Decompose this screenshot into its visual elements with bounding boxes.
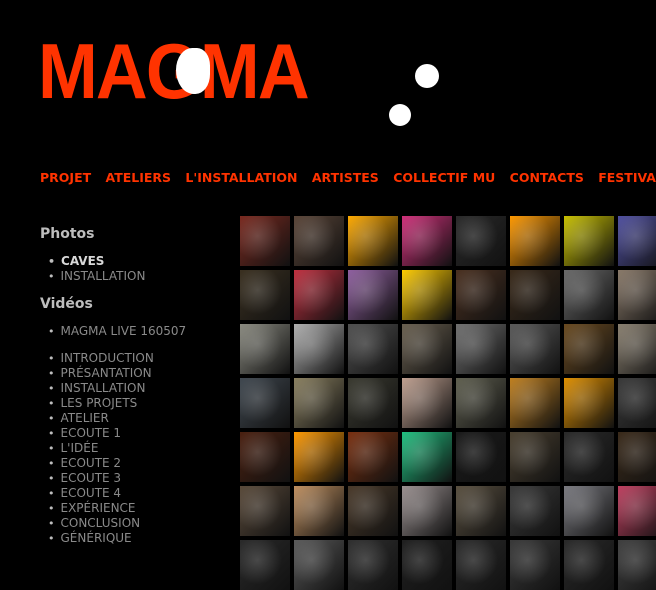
logo-blob [176, 48, 210, 94]
photo-thumbnail[interactable] [240, 486, 290, 536]
photo-thumbnail[interactable] [618, 324, 656, 374]
photo-thumbnail[interactable] [240, 216, 290, 266]
photo-thumbnail[interactable] [510, 432, 560, 482]
photo-thumbnail[interactable] [402, 216, 452, 266]
photo-thumbnail[interactable] [564, 432, 614, 482]
photo-thumbnail[interactable] [294, 540, 344, 590]
video-item[interactable]: INTRODUCTION [40, 351, 235, 366]
photo-thumbnail[interactable] [402, 270, 452, 320]
photos-heading: Photos [40, 226, 95, 242]
photo-thumbnail[interactable] [402, 540, 452, 590]
photo-thumbnail[interactable] [456, 432, 506, 482]
photo-thumbnail[interactable] [240, 378, 290, 428]
photo-thumbnail[interactable] [618, 486, 656, 536]
photo-thumbnail[interactable] [510, 270, 560, 320]
photo-thumbnail[interactable] [240, 270, 290, 320]
photo-thumbnail[interactable] [348, 486, 398, 536]
photo-thumbnail[interactable] [564, 486, 614, 536]
video-item[interactable]: ECOUTE 2 [40, 456, 235, 471]
photo-thumbnail[interactable] [618, 540, 656, 590]
photo-thumbnail[interactable] [456, 216, 506, 266]
video-item[interactable]: ECOUTE 1 [40, 426, 235, 441]
photo-thumbnail[interactable] [456, 378, 506, 428]
photo-thumbnail[interactable] [510, 540, 560, 590]
video-item[interactable]: PRÉSANTATION [40, 366, 235, 381]
photo-thumbnail[interactable] [294, 324, 344, 374]
photo-thumbnail[interactable] [510, 216, 560, 266]
sidebar: Photos CAVES INSTALLATION Vidéos MAGMA L… [40, 224, 235, 546]
photo-thumbnail[interactable] [564, 216, 614, 266]
photo-thumbnail[interactable] [618, 216, 656, 266]
nav-contacts[interactable]: CONTACTS [510, 170, 584, 185]
video-item[interactable]: L'IDÉE [40, 441, 235, 456]
videos-heading: Vidéos [40, 296, 93, 312]
photo-thumbnail[interactable] [240, 540, 290, 590]
photo-thumbnail[interactable] [294, 216, 344, 266]
photo-thumbnail[interactable] [348, 540, 398, 590]
photo-thumbnail[interactable] [618, 378, 656, 428]
photo-thumbnail[interactable] [510, 378, 560, 428]
photo-thumbnail[interactable] [348, 432, 398, 482]
photo-thumbnail[interactable] [618, 432, 656, 482]
photo-thumbnail[interactable] [402, 486, 452, 536]
photos-item-caves[interactable]: CAVES [40, 254, 235, 269]
photo-thumbnail[interactable] [402, 432, 452, 482]
site-logo[interactable]: MAGMA [38, 32, 310, 110]
photo-thumbnail[interactable] [456, 324, 506, 374]
nav-artistes[interactable]: ARTISTES [312, 170, 379, 185]
photo-thumbnail[interactable] [294, 270, 344, 320]
photo-thumbnail[interactable] [294, 486, 344, 536]
video-item[interactable]: ECOUTE 3 [40, 471, 235, 486]
video-item[interactable]: EXPÉRIENCE [40, 501, 235, 516]
photo-thumbnail[interactable] [510, 324, 560, 374]
photo-thumbnail[interactable] [564, 378, 614, 428]
video-item[interactable]: LES PROJETS [40, 396, 235, 411]
thumbnail-grid [240, 216, 656, 590]
photo-thumbnail[interactable] [564, 324, 614, 374]
photo-thumbnail[interactable] [402, 324, 452, 374]
photo-thumbnail[interactable] [564, 540, 614, 590]
nav-ateliers[interactable]: ATELIERS [106, 170, 172, 185]
photo-thumbnail[interactable] [294, 378, 344, 428]
photo-thumbnail[interactable] [618, 270, 656, 320]
photo-thumbnail[interactable] [456, 486, 506, 536]
nav-installation[interactable]: L'INSTALLATION [185, 170, 297, 185]
photos-list: CAVES INSTALLATION [40, 254, 235, 284]
photo-thumbnail[interactable] [294, 432, 344, 482]
video-item[interactable]: GÉNÉRIQUE [40, 531, 235, 546]
decorative-dot-large [415, 64, 439, 88]
photo-thumbnail[interactable] [348, 324, 398, 374]
photo-thumbnail[interactable] [456, 540, 506, 590]
main-nav: PROJET ATELIERS L'INSTALLATION ARTISTES … [40, 170, 656, 185]
video-item[interactable]: ECOUTE 4 [40, 486, 235, 501]
nav-collectif-mu[interactable]: COLLECTIF MU [393, 170, 495, 185]
photo-thumbnail[interactable] [402, 378, 452, 428]
photo-thumbnail[interactable] [348, 216, 398, 266]
video-item[interactable]: CONCLUSION [40, 516, 235, 531]
video-item[interactable]: ATELIER [40, 411, 235, 426]
photos-item-installation[interactable]: INSTALLATION [40, 269, 235, 284]
photo-thumbnail[interactable] [510, 486, 560, 536]
videos-list: INTRODUCTION PRÉSANTATION INSTALLATION L… [40, 351, 235, 546]
nav-projet[interactable]: PROJET [40, 170, 91, 185]
photo-thumbnail[interactable] [456, 270, 506, 320]
photo-thumbnail[interactable] [240, 324, 290, 374]
nav-festival[interactable]: FESTIVAL [598, 170, 656, 185]
photo-thumbnail[interactable] [348, 378, 398, 428]
photo-thumbnail[interactable] [348, 270, 398, 320]
video-item[interactable]: INSTALLATION [40, 381, 235, 396]
photo-thumbnail[interactable] [240, 432, 290, 482]
decorative-dot-small [389, 104, 411, 126]
photo-thumbnail[interactable] [564, 270, 614, 320]
videos-top-list: MAGMA LIVE 160507 [40, 324, 235, 339]
video-item-magma-live[interactable]: MAGMA LIVE 160507 [40, 324, 235, 339]
